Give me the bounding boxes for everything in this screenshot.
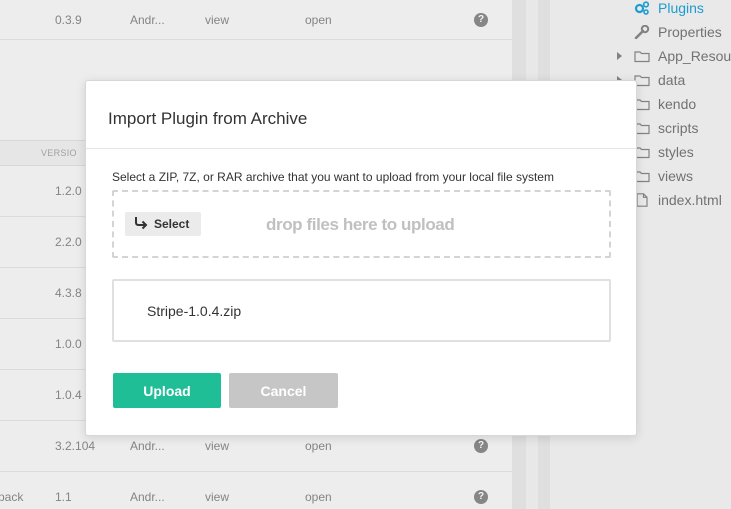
file-dropzone[interactable]: Select drop files here to upload [112,190,611,258]
import-plugin-dialog: Import Plugin from Archive Select a ZIP,… [85,80,637,436]
dialog-title: Import Plugin from Archive [108,109,308,128]
selected-file-list: Stripe-1.0.4.zip [112,279,611,342]
upload-arrow-icon [134,216,148,230]
dropzone-hint: drop files here to upload [266,215,455,234]
selected-file-name: Stripe-1.0.4.zip [147,303,242,319]
upload-button[interactable]: Upload [113,373,221,408]
dialog-description: Select a ZIP, 7Z, or RAR archive that yo… [112,170,554,184]
select-files-button[interactable]: Select [125,212,201,236]
cancel-button[interactable]: Cancel [229,373,338,408]
divider [86,148,636,149]
select-button-label: Select [154,217,190,231]
